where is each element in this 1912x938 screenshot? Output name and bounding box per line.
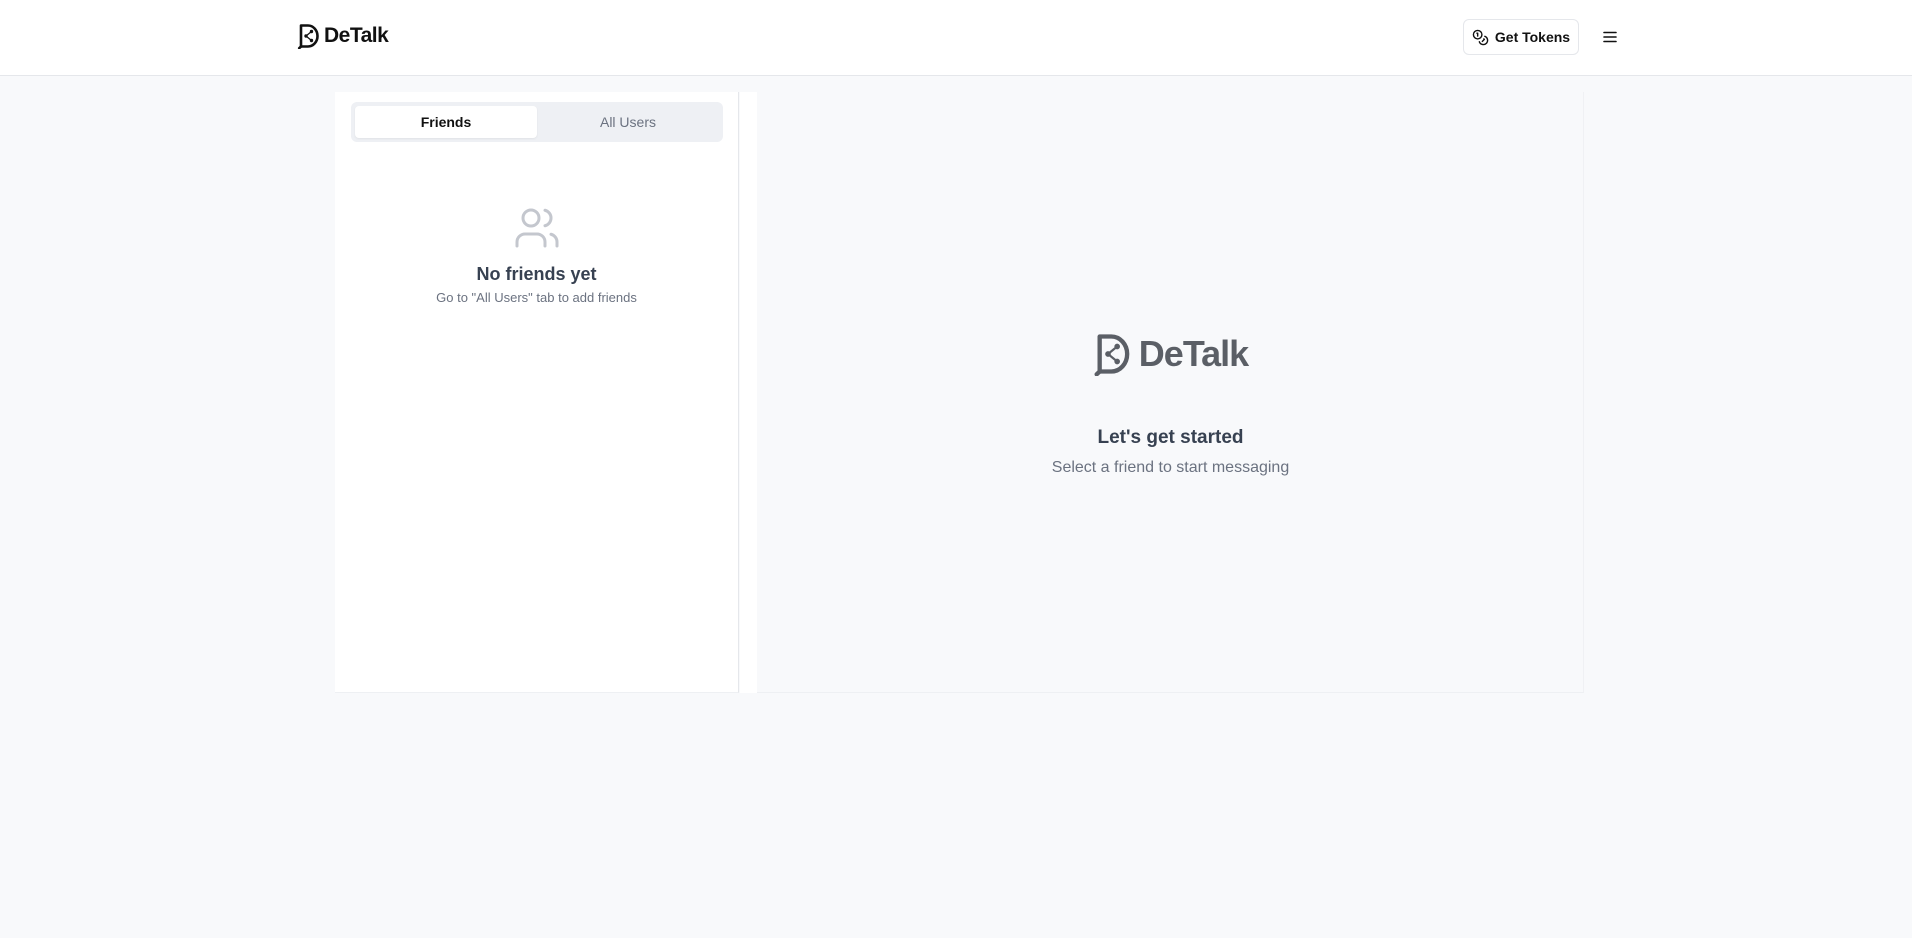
coins-icon [1472, 29, 1489, 46]
welcome-title: Let's get started [1097, 427, 1244, 448]
tab-friends[interactable]: Friends [355, 106, 537, 138]
welcome-state: DeTalk Let's get started Select a friend… [757, 332, 1584, 477]
get-tokens-button[interactable]: Get Tokens [1463, 19, 1579, 55]
detalk-logo-icon [1093, 332, 1133, 376]
sidebar-tabs: Friends All Users [351, 102, 723, 142]
brand-link[interactable]: DeTalk [297, 22, 389, 50]
users-icon [335, 204, 738, 252]
welcome-logo: DeTalk [1093, 332, 1249, 376]
panel-divider [740, 92, 757, 693]
friends-sidebar: Friends All Users No friends yet Go to "… [335, 92, 739, 693]
chat-panel: DeTalk Let's get started Select a friend… [757, 92, 1584, 693]
hamburger-menu-icon [1602, 29, 1618, 45]
top-nav: DeTalk Get Tokens [0, 0, 1912, 76]
detalk-logo-icon [297, 23, 321, 49]
empty-state-subtitle: Go to "All Users" tab to add friends [436, 290, 637, 305]
friends-empty-state: No friends yet Go to "All Users" tab to … [335, 204, 738, 305]
get-tokens-label: Get Tokens [1494, 29, 1571, 45]
welcome-subtitle: Select a friend to start messaging [1051, 459, 1290, 476]
empty-state-title: No friends yet [476, 264, 597, 284]
menu-button[interactable] [1597, 24, 1623, 50]
welcome-logo-text: DeTalk [1138, 333, 1249, 374]
tab-all-users[interactable]: All Users [537, 106, 719, 138]
brand-name: DeTalk [324, 24, 389, 47]
